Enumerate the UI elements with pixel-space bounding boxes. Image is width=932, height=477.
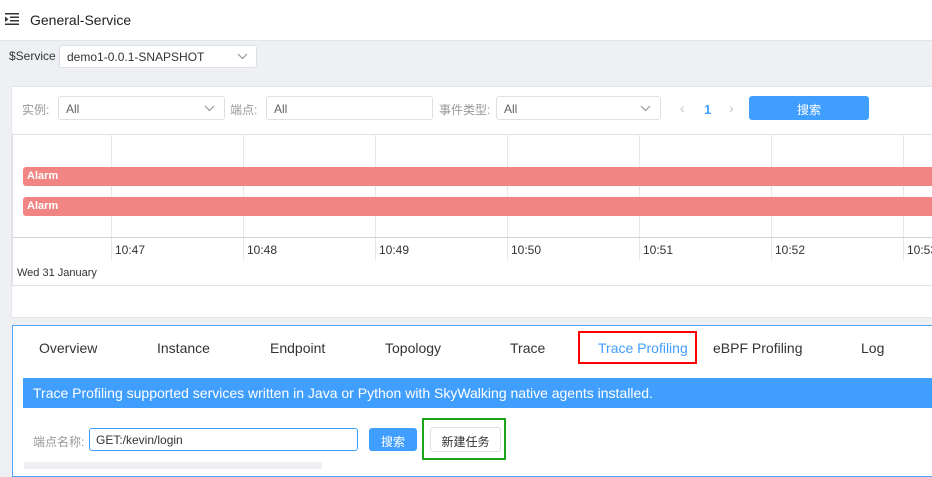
endpoint-name-label: 端点名称: (33, 435, 85, 449)
tab-log[interactable]: Log (861, 340, 884, 356)
info-banner: Trace Profiling supported services writt… (23, 378, 932, 408)
service-select[interactable]: demo1-0.0.1-SNAPSHOT (59, 45, 257, 68)
event-type-filter-select[interactable]: All (496, 96, 661, 120)
timeline-tick: 10:53 (907, 243, 932, 257)
top-bar: General-Service (0, 0, 932, 41)
alarm-event-bar[interactable]: Alarm (23, 167, 932, 186)
pager-prev-icon[interactable]: ‹ (680, 100, 685, 116)
info-banner-text: Trace Profiling supported services writt… (33, 385, 653, 401)
task-list-header (24, 462, 322, 469)
alarm-event-label: Alarm (27, 170, 59, 182)
timeline-tick: 10:48 (247, 243, 278, 257)
alarm-event-bar[interactable]: Alarm (23, 197, 932, 216)
service-select-value: demo1-0.0.1-SNAPSHOT (67, 50, 205, 64)
chevron-down-icon (204, 105, 215, 112)
instance-filter-value: All (66, 102, 80, 116)
instance-filter-label: 实例: (22, 103, 50, 117)
timeline-tick: 10:50 (511, 243, 542, 257)
pager-next-icon[interactable]: › (729, 100, 734, 116)
event-timeline: Alarm Alarm 10:47 10:48 10:49 10:50 10:5… (12, 134, 932, 286)
event-type-filter-value: All (504, 102, 518, 116)
new-task-highlight-box (422, 418, 506, 460)
timeline-tick: 10:47 (115, 243, 146, 257)
tab-instance[interactable]: Instance (157, 340, 210, 356)
tab-overview[interactable]: Overview (39, 340, 97, 356)
service-label: $Service (9, 49, 56, 63)
alarm-event-label: Alarm (27, 200, 59, 212)
page-title: General-Service (30, 12, 132, 28)
timeline-tick: 10:52 (775, 243, 806, 257)
tab-ebpf-profiling[interactable]: eBPF Profiling (713, 340, 802, 356)
endpoint-filter-label: 端点: (230, 103, 258, 117)
timeline-tick: 10:51 (643, 243, 674, 257)
tab-endpoint[interactable]: Endpoint (270, 340, 325, 356)
instance-filter-select[interactable]: All (58, 96, 225, 120)
endpoint-name-input[interactable] (89, 428, 358, 451)
chevron-down-icon (640, 105, 651, 112)
tab-trace[interactable]: Trace (510, 340, 545, 356)
menu-fold-icon[interactable] (4, 11, 20, 27)
event-search-button[interactable]: 搜索 (749, 96, 869, 120)
timeline-axis (13, 237, 932, 238)
task-search-button[interactable]: 搜索 (369, 428, 417, 451)
endpoint-filter-input[interactable]: All (266, 96, 433, 120)
endpoint-filter-value: All (274, 102, 288, 116)
chevron-down-icon (237, 53, 248, 60)
event-type-filter-label: 事件类型: (439, 103, 491, 117)
trace-profiling-highlight-box (578, 331, 697, 364)
timeline-tick: 10:49 (379, 243, 410, 257)
pager-current-page[interactable]: 1 (704, 102, 711, 117)
timeline-date: Wed 31 January (17, 267, 97, 279)
tab-topology[interactable]: Topology (385, 340, 441, 356)
